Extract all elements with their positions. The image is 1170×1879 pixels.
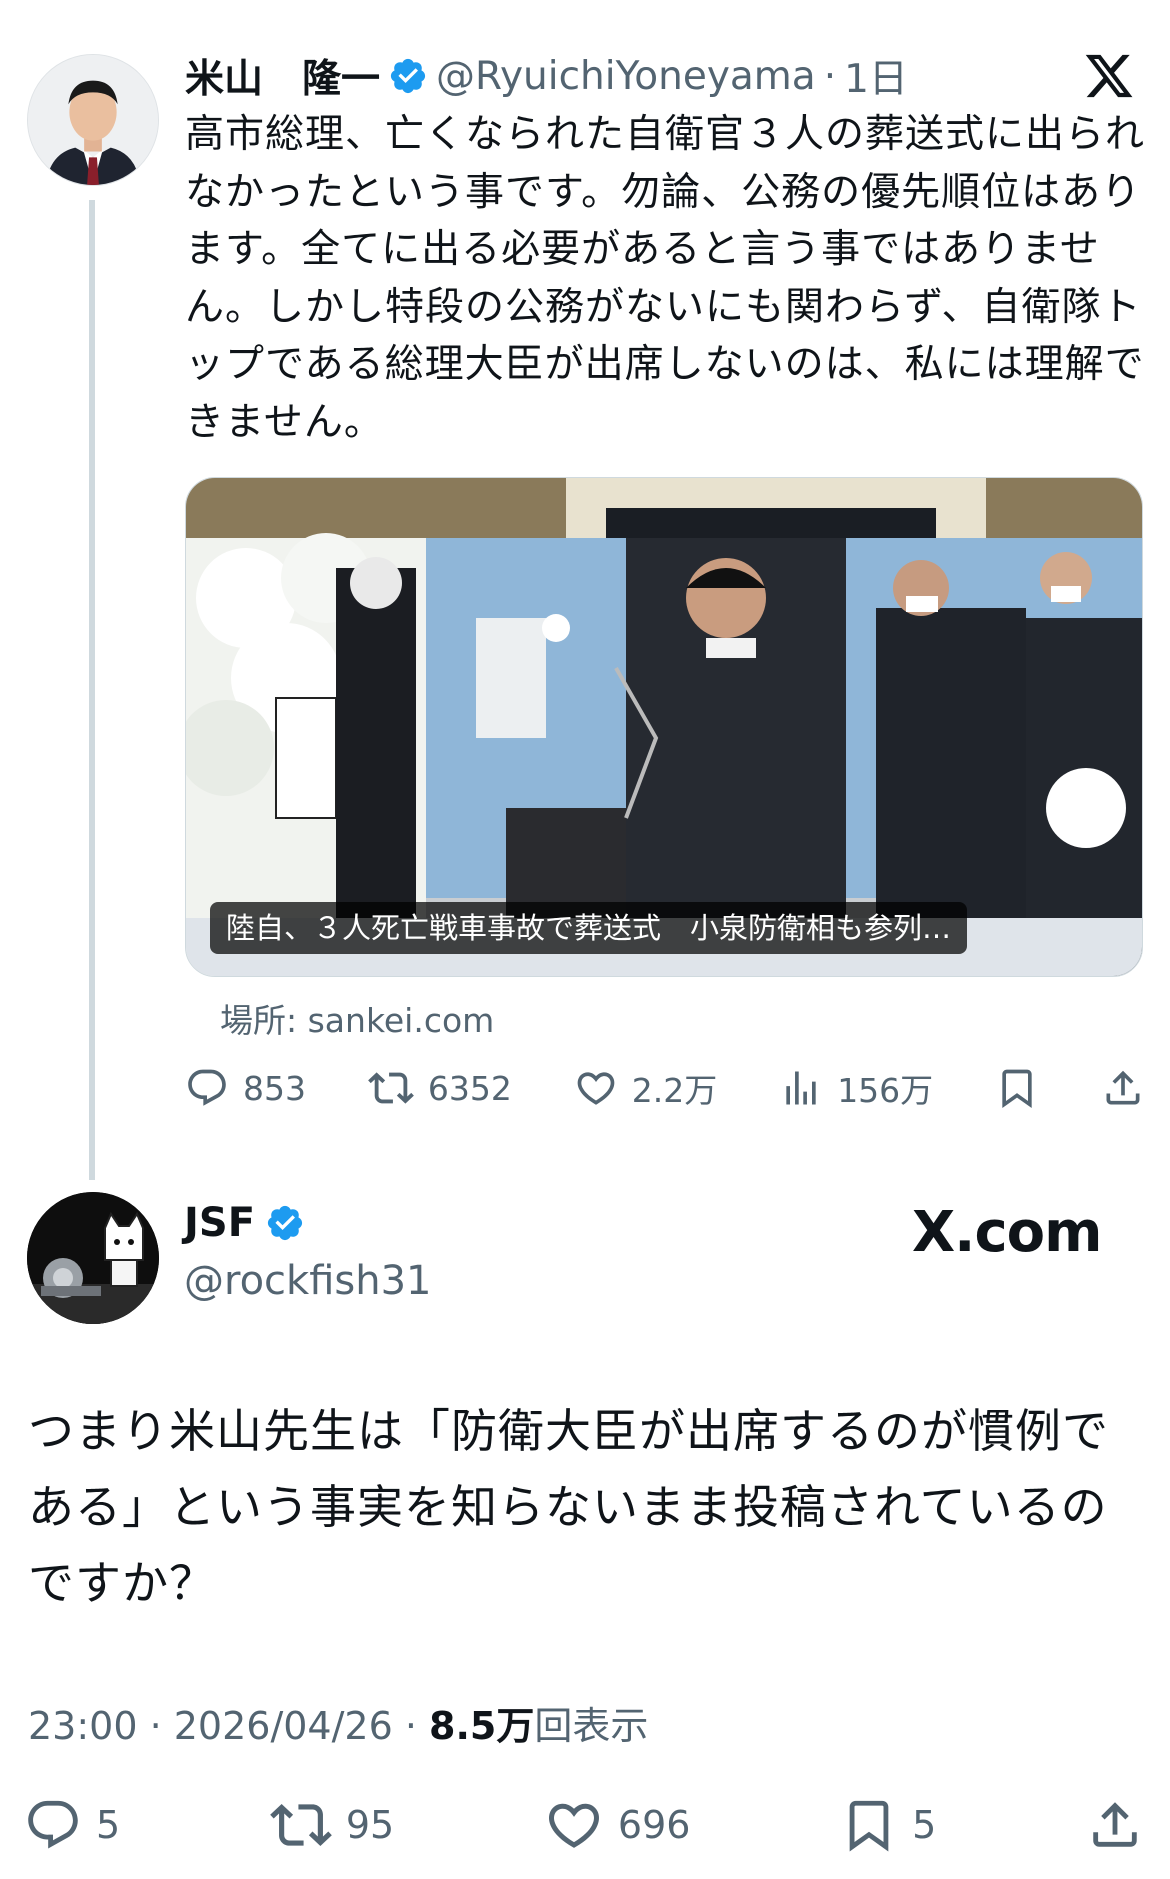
repost-button[interactable]: 6352 <box>368 1065 512 1111</box>
bookmark-button[interactable] <box>995 1066 1039 1110</box>
verified-badge-icon <box>267 1205 303 1241</box>
author-handle[interactable]: @RyuichiYoneyama <box>436 54 816 99</box>
repost-icon <box>368 1072 414 1104</box>
repost-button[interactable]: 95 <box>270 1794 394 1856</box>
top-tweet-text: 高市総理、亡くなられた自衛官３人の葬送式に出られなかったという事です。勿論、公務… <box>185 112 1146 445</box>
thread-connector-line <box>89 200 95 1180</box>
reply-icon <box>28 1800 78 1849</box>
link-preview-card[interactable]: 陸自、３人死亡戦車事故で葬送式 小泉防衛相も参列… <box>185 477 1143 977</box>
share-button[interactable] <box>1101 1066 1145 1110</box>
reply-views-label: 回表示 <box>534 1704 649 1748</box>
repost-count: 6352 <box>427 1068 512 1108</box>
like-button[interactable]: 696 <box>544 1795 691 1855</box>
like-count: 2.2万 <box>631 1071 718 1110</box>
share-button[interactable] <box>1086 1796 1144 1854</box>
verified-badge-icon <box>390 58 426 94</box>
like-button[interactable]: 2.2万 <box>574 1064 717 1112</box>
reply-button[interactable]: 853 <box>185 1066 306 1110</box>
reply-button[interactable]: 5 <box>24 1796 120 1854</box>
bookmark-button[interactable]: 5 <box>840 1796 936 1854</box>
reply-tweet-avatar[interactable] <box>27 1192 159 1324</box>
post-time[interactable]: 1日 <box>844 48 908 104</box>
top-tweet-action-bar: 853 6352 2.2万 156万 <box>185 1060 1145 1116</box>
views-button[interactable]: 156万 <box>779 1064 933 1112</box>
reply-tweet-text: つまり米山先生は「防衛大臣が出席するのが慣例である」という事実を知らないまま投稿… <box>28 1404 1109 1610</box>
reply-count: 853 <box>243 1068 306 1108</box>
heart-icon <box>577 1072 615 1105</box>
share-icon <box>1106 1070 1140 1105</box>
top-tweet-header: 米山 隆一 @RyuichiYoneyama · 1日 <box>185 48 908 104</box>
reply-author-handle[interactable]: @rockfish31 <box>184 1258 431 1304</box>
card-caption: 陸自、３人死亡戦車事故で葬送式 小泉防衛相も参列… <box>210 902 968 954</box>
reply-author-name-row: JSF <box>184 1200 305 1246</box>
time-separator: · <box>823 53 837 99</box>
repost-count: 95 <box>345 1803 395 1847</box>
bookmark-icon <box>1002 1069 1032 1109</box>
heart-icon <box>548 1803 599 1848</box>
reply-count: 5 <box>96 1803 121 1847</box>
repost-icon <box>270 1804 332 1846</box>
top-tweet-avatar[interactable] <box>27 54 159 186</box>
share-icon <box>1093 1802 1137 1847</box>
reply-author-name[interactable]: JSF <box>184 1200 255 1246</box>
author-name[interactable]: 米山 隆一 <box>185 48 380 104</box>
card-source[interactable]: 場所: sankei.com <box>220 994 494 1042</box>
views-chart-icon <box>786 1071 816 1105</box>
reply-timestamp[interactable]: 23:00 · 2026/04/26 · <box>28 1704 429 1748</box>
reply-meta: 23:00 · 2026/04/26 · 8.5万回表示 <box>28 1695 648 1750</box>
reply-tweet-action-bar: 5 95 696 5 <box>24 1792 1144 1858</box>
reply-icon <box>188 1069 226 1106</box>
x-logo-icon[interactable] <box>1083 50 1135 102</box>
xcom-watermark: X.com <box>912 1200 1102 1265</box>
bookmark-icon <box>849 1800 889 1852</box>
views-count: 156万 <box>837 1071 934 1110</box>
like-count: 696 <box>617 1803 691 1847</box>
bookmark-count: 5 <box>912 1803 937 1847</box>
reply-views-count: 8.5万 <box>429 1704 535 1748</box>
